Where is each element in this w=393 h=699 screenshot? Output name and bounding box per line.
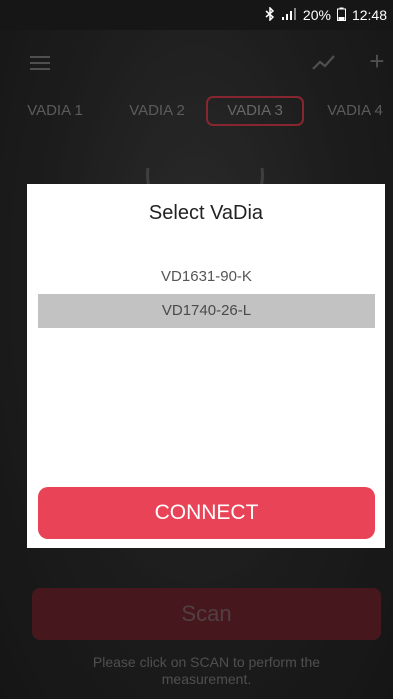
battery-icon <box>336 7 346 24</box>
device-list: VD1631-90-K VD1740-26-L <box>38 260 375 328</box>
dialog-title: Select VaDia <box>148 202 264 224</box>
battery-percent: 20% <box>302 7 331 23</box>
status-bar: 20% 12:48 <box>0 0 393 30</box>
connect-button[interactable]: CONNECT <box>38 487 375 539</box>
select-device-dialog: Select VaDia VD1631-90-K VD1740-26-L CON… <box>27 184 385 548</box>
status-time: 12:48 <box>351 7 387 23</box>
bluetooth-icon <box>265 5 275 24</box>
signal-icon <box>281 7 297 24</box>
device-item-vd1740[interactable]: VD1740-26-L <box>38 294 375 328</box>
device-item-vd1631[interactable]: VD1631-90-K <box>38 260 375 294</box>
app-screen: 20% 12:48 + VADIA 1 VADIA 2 VADIA 3 VADI… <box>0 0 393 699</box>
